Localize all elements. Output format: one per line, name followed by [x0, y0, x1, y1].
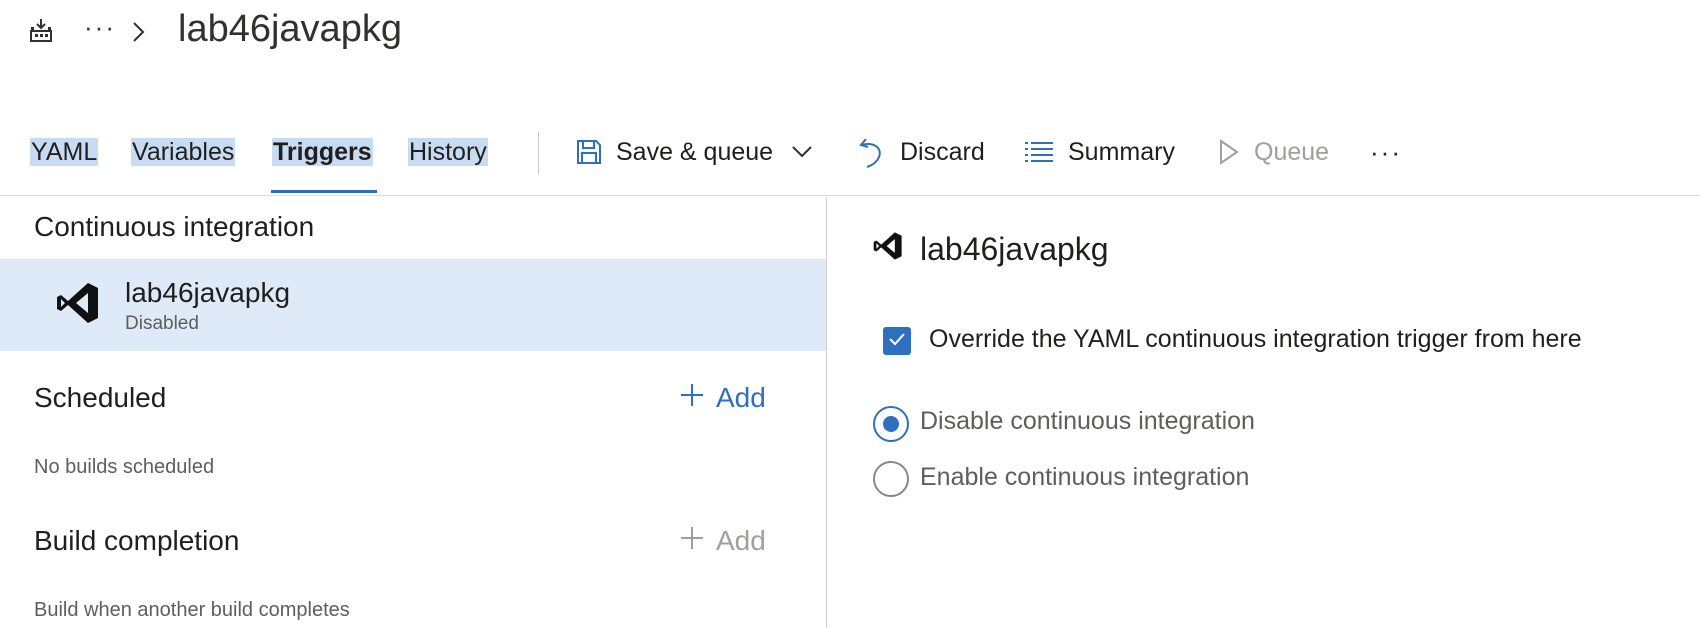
tab-toolbar: YAML Variables Triggers History Save & q…: [0, 122, 1700, 196]
more-actions-button[interactable]: ···: [1370, 132, 1402, 172]
build-completion-section-title: Build completion: [34, 525, 240, 556]
add-build-completion-button[interactable]: Add: [680, 525, 766, 557]
undo-icon: [858, 135, 886, 169]
enable-ci-label[interactable]: Enable continuous integration: [920, 463, 1249, 492]
ci-item-name: lab46javapkg: [125, 277, 291, 308]
override-checkbox-label[interactable]: Override the YAML continuous integration…: [929, 325, 1582, 354]
list-icon: [1024, 140, 1054, 164]
visual-studio-icon: [873, 231, 903, 261]
trigger-details-pane: lab46javapkg Override the YAML continuou…: [827, 197, 1700, 628]
detail-title: lab46javapkg: [920, 231, 1109, 267]
add-build-completion-label: Add: [716, 525, 766, 556]
tab-variables[interactable]: Variables: [131, 136, 236, 169]
plus-icon: [680, 382, 704, 414]
build-completion-description: Build when another build completes: [34, 599, 350, 621]
discard-label: Discard: [900, 137, 985, 166]
disable-ci-radio[interactable]: [873, 406, 909, 442]
tab-yaml[interactable]: YAML: [30, 136, 99, 169]
plus-icon: [680, 525, 704, 557]
tab-history[interactable]: History: [408, 136, 488, 169]
ci-section-title: Continuous integration: [34, 211, 315, 242]
checkmark-icon: [888, 332, 906, 351]
page-title: lab46javapkg: [178, 8, 402, 50]
add-schedule-button[interactable]: Add: [680, 382, 766, 414]
pipeline-icon[interactable]: [28, 18, 54, 44]
add-schedule-label: Add: [716, 382, 766, 413]
toolbar-divider: [538, 132, 539, 174]
scheduled-section-title: Scheduled: [34, 382, 167, 413]
ci-item-status: Disabled: [125, 313, 199, 334]
override-checkbox[interactable]: [883, 327, 911, 355]
summary-label: Summary: [1068, 137, 1175, 166]
discard-button[interactable]: Discard: [858, 132, 985, 172]
visual-studio-icon: [56, 281, 100, 325]
queue-button[interactable]: Queue: [1218, 132, 1329, 172]
play-icon: [1218, 138, 1240, 166]
chevron-down-icon[interactable]: [791, 145, 813, 159]
breadcrumb-more-button[interactable]: ···: [84, 12, 116, 43]
no-schedule-text: No builds scheduled: [34, 456, 215, 478]
save-queue-label: Save & queue: [616, 137, 774, 166]
enable-ci-radio[interactable]: [873, 461, 909, 497]
tab-triggers[interactable]: Triggers: [272, 136, 373, 169]
active-tab-indicator: [271, 190, 377, 193]
page-header: ··· lab46javapkg: [0, 0, 1700, 70]
disable-ci-label[interactable]: Disable continuous integration: [920, 407, 1255, 436]
chevron-right-icon: [132, 20, 146, 44]
save-queue-button[interactable]: Save & queue: [576, 132, 813, 172]
queue-label: Queue: [1254, 137, 1330, 166]
summary-button[interactable]: Summary: [1024, 132, 1175, 172]
save-icon: [576, 139, 602, 165]
ci-trigger-item[interactable]: lab46javapkg Disabled: [0, 259, 826, 351]
triggers-list-pane: Continuous integration lab46javapkg Disa…: [0, 197, 826, 628]
